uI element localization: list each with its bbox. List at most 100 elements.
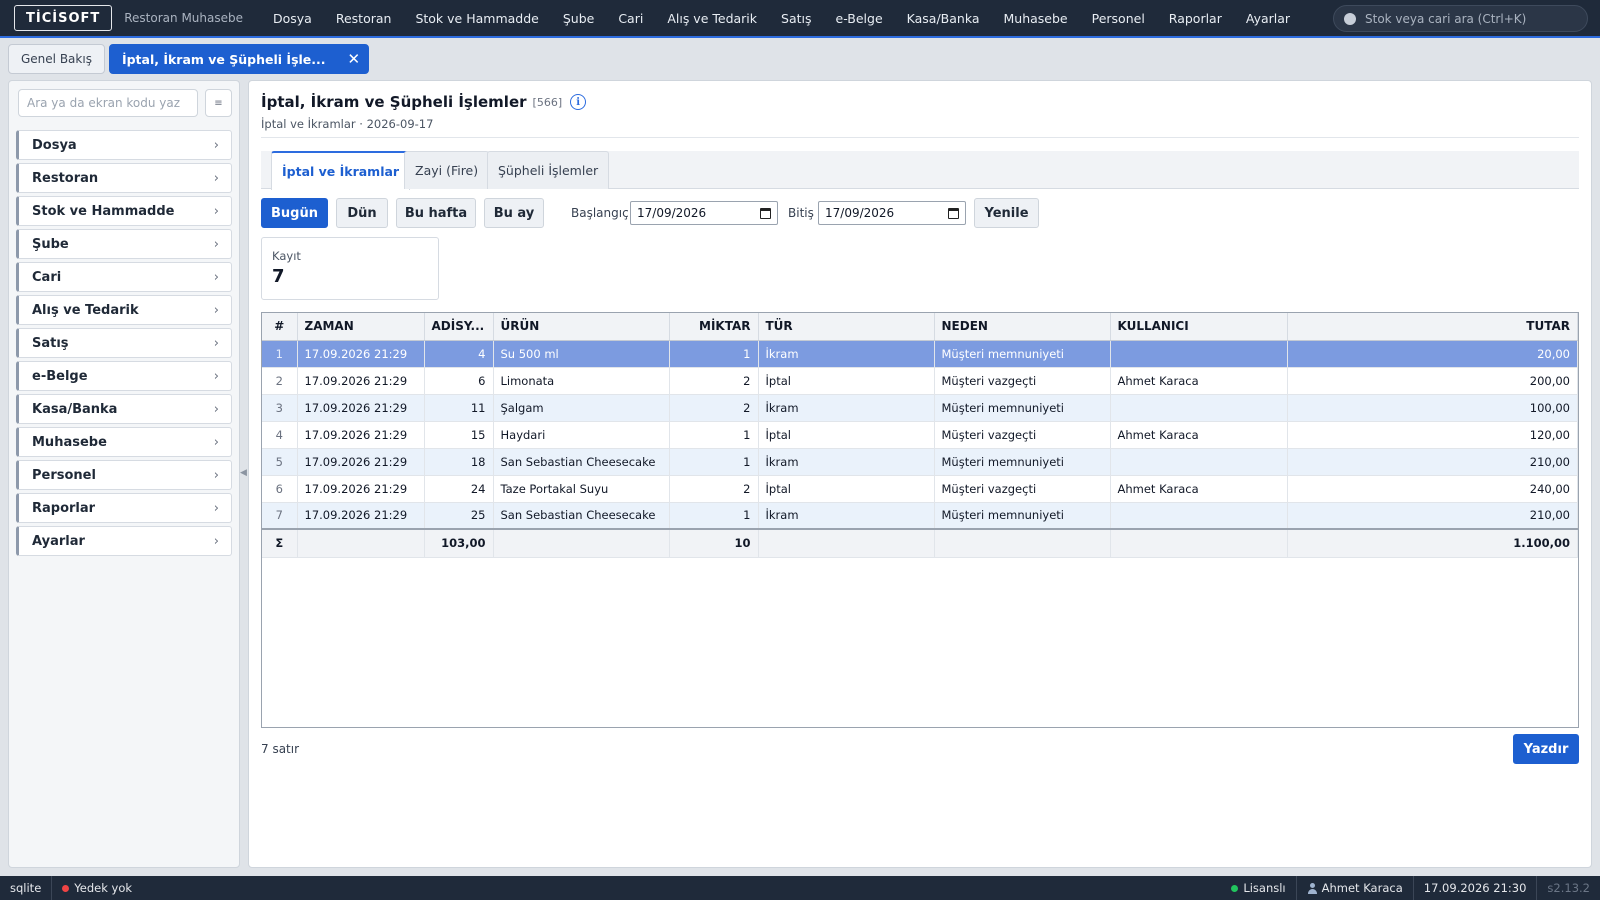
col-header-index[interactable]: # [262, 313, 298, 341]
top-nav-sube[interactable]: Şube [551, 11, 606, 26]
col-header-user[interactable]: KULLANICI [1110, 313, 1288, 341]
current-datetime: 17.09.2026 21:30 [1412, 876, 1537, 900]
table-total-row: Σ 103,00 10 1.100,00 [262, 528, 1578, 558]
table-row[interactable]: 2 17.09.2026 21:29 6 Limonata 2 İptal Müşteri … [262, 367, 1578, 395]
sidebar-item-cari[interactable]: Cari › [16, 262, 232, 292]
sidebar-item-alis[interactable]: Alış ve Tedarik › [16, 295, 232, 325]
table-header-row: # ZAMAN ADİSY... ÜRÜN MİKTAR TÜR NEDEN K… [262, 313, 1578, 341]
chevron-right-icon: › [213, 368, 219, 384]
calendar-icon[interactable] [948, 207, 959, 219]
top-nav-dosya[interactable]: Dosya [261, 11, 324, 26]
col-header-time[interactable]: ZAMAN [297, 313, 425, 341]
col-header-reason[interactable]: NEDEN [934, 313, 1111, 341]
close-icon[interactable]: ✕ [348, 50, 361, 68]
top-nav-satis[interactable]: Satış [769, 11, 823, 26]
sidebar-item-muhasebe[interactable]: Muhasebe › [16, 427, 232, 457]
top-nav-kasa[interactable]: Kasa/Banka [895, 11, 992, 26]
sidebar-item-dosya[interactable]: Dosya › [16, 130, 232, 160]
chevron-right-icon: › [213, 401, 219, 417]
total-receipt: 103,00 [424, 528, 494, 558]
this-week-button[interactable]: Bu hafta [396, 198, 476, 228]
refresh-button[interactable]: Yenile [974, 198, 1039, 228]
chevron-right-icon: › [213, 302, 219, 318]
page-title: İptal, İkram ve Şüpheli İşlemler [261, 93, 527, 111]
sidebar-item-restoran[interactable]: Restoran › [16, 163, 232, 193]
sidebar-item-sube[interactable]: Şube › [16, 229, 232, 259]
table-row[interactable]: 6 17.09.2026 21:29 24 Taze Portakal Suyu 2 İp… [262, 475, 1578, 503]
top-nav-ayarlar[interactable]: Ayarlar [1234, 11, 1302, 26]
record-stat-card: Kayıt 7 [261, 237, 439, 300]
global-search-input[interactable] [1365, 11, 1575, 26]
tab-iptal-ikram[interactable]: İptal ve İkramlar [271, 151, 411, 190]
main-panel: İptal, İkram ve Şüpheli İşlemler [566] i… [248, 80, 1592, 868]
yesterday-button[interactable]: Dün [336, 198, 388, 228]
current-user[interactable]: Ahmet Karaca [1295, 876, 1413, 900]
chevron-right-icon: › [213, 269, 219, 285]
col-header-amount[interactable]: TUTAR [1287, 313, 1578, 341]
tab-supheli[interactable]: Şüpheli İşlemler [487, 151, 610, 189]
calendar-icon[interactable] [760, 207, 771, 219]
info-icon[interactable]: i [570, 94, 587, 110]
sidebar-menu: Dosya › Restoran › Stok ve Hammadde › Şube ›… [16, 130, 232, 559]
doc-tab-active[interactable]: İptal, İkram ve Şüpheli İşle... ✕ [108, 44, 370, 74]
col-header-product[interactable]: ÜRÜN [493, 313, 670, 341]
doc-tab-active-label: İptal, İkram ve Şüpheli İşle... [121, 51, 326, 67]
breadcrumb: İptal ve İkramlar · 2026-09-17 [261, 117, 434, 131]
menu-icon[interactable]: ≡ [205, 89, 232, 117]
top-nav: Dosya Restoran Stok ve Hammadde Şube Car… [261, 11, 1302, 26]
ok-dot-icon [1231, 884, 1239, 892]
col-header-type[interactable]: TÜR [758, 313, 935, 341]
top-nav-stok[interactable]: Stok ve Hammadde [403, 11, 550, 26]
top-nav-raporlar[interactable]: Raporlar [1157, 11, 1234, 26]
table-row[interactable]: 5 17.09.2026 21:29 18 San Sebastian Cheesec… [262, 448, 1578, 476]
table-body: 1 17.09.2026 21:29 4 Su 500 ml 1 İkram Müşteri… [262, 340, 1578, 558]
row-count: 7 satır [261, 742, 300, 756]
search-icon [1344, 12, 1356, 25]
print-button[interactable]: Yazdır [1513, 734, 1579, 764]
warning-dot-icon [62, 884, 70, 892]
collapse-left-icon[interactable]: ◀ [240, 468, 247, 478]
top-nav-cari[interactable]: Cari [606, 11, 655, 26]
table-row[interactable]: 7 17.09.2026 21:29 25 San Sebastian Cheesec… [262, 502, 1578, 530]
table-row[interactable]: 3 17.09.2026 21:29 11 Şalgam 2 İkram Müşteri m… [262, 394, 1578, 422]
table-row[interactable]: 1 17.09.2026 21:29 4 Su 500 ml 1 İkram Müşteri… [262, 340, 1578, 368]
status-bar: sqlite Yedek yok Lisanslı Ahmet Karaca 1… [0, 876, 1600, 900]
top-nav-personel[interactable]: Personel [1080, 11, 1157, 26]
stat-value: 7 [272, 266, 285, 287]
total-sigma: Σ [262, 528, 298, 558]
chevron-right-icon: › [213, 500, 219, 516]
document-tabs: Genel Bakış İptal, İkram ve Şüpheli İşle… [8, 44, 370, 74]
sidebar-item-raporlar[interactable]: Raporlar › [16, 493, 232, 523]
col-header-receipt[interactable]: ADİSY... [424, 313, 494, 341]
table-row[interactable]: 4 17.09.2026 21:29 15 Haydari 1 İptal Müşteri … [262, 421, 1578, 449]
chevron-right-icon: › [213, 236, 219, 252]
start-date-input[interactable]: 17/09/2026 [630, 201, 778, 225]
sidebar: ≡ Dosya› Restoran› Stok ve Hammadde› Şub… [8, 80, 240, 868]
top-nav-muhasebe[interactable]: Muhasebe [992, 11, 1080, 26]
top-nav-restoran[interactable]: Restoran [324, 11, 404, 26]
tab-zayi[interactable]: Zayi (Fire) [404, 151, 490, 189]
doc-tab-overview[interactable]: Genel Bakış [8, 44, 105, 74]
global-search[interactable] [1333, 5, 1588, 32]
backup-status[interactable]: Yedek yok [51, 876, 142, 900]
start-date-label: Başlangıç [571, 206, 629, 220]
top-nav-alis[interactable]: Alış ve Tedarik [655, 11, 769, 26]
sidebar-item-satis[interactable]: Satış › [16, 328, 232, 358]
today-button[interactable]: Bugün [261, 198, 328, 228]
stat-label: Kayıt [272, 249, 301, 263]
chevron-right-icon: › [213, 335, 219, 351]
col-header-quantity[interactable]: MİKTAR [669, 313, 759, 341]
app-logo: TİCİSOFT [14, 5, 113, 31]
sidebar-search-input[interactable] [18, 89, 198, 117]
sidebar-item-ebelge[interactable]: e-Belge › [16, 361, 232, 391]
end-date-input[interactable]: 17/09/2026 [818, 201, 966, 225]
chevron-right-icon: › [213, 434, 219, 450]
sidebar-item-stok[interactable]: Stok ve Hammadde › [16, 196, 232, 226]
total-amount: 1.100,00 [1287, 528, 1578, 558]
sidebar-item-personel[interactable]: Personel › [16, 460, 232, 490]
sidebar-item-kasa[interactable]: Kasa/Banka › [16, 394, 232, 424]
top-nav-ebelge[interactable]: e-Belge [824, 11, 895, 26]
this-month-button[interactable]: Bu ay [484, 198, 544, 228]
sidebar-item-ayarlar[interactable]: Ayarlar › [16, 526, 232, 556]
app-subtitle: Restoran Muhasebe [124, 11, 243, 25]
